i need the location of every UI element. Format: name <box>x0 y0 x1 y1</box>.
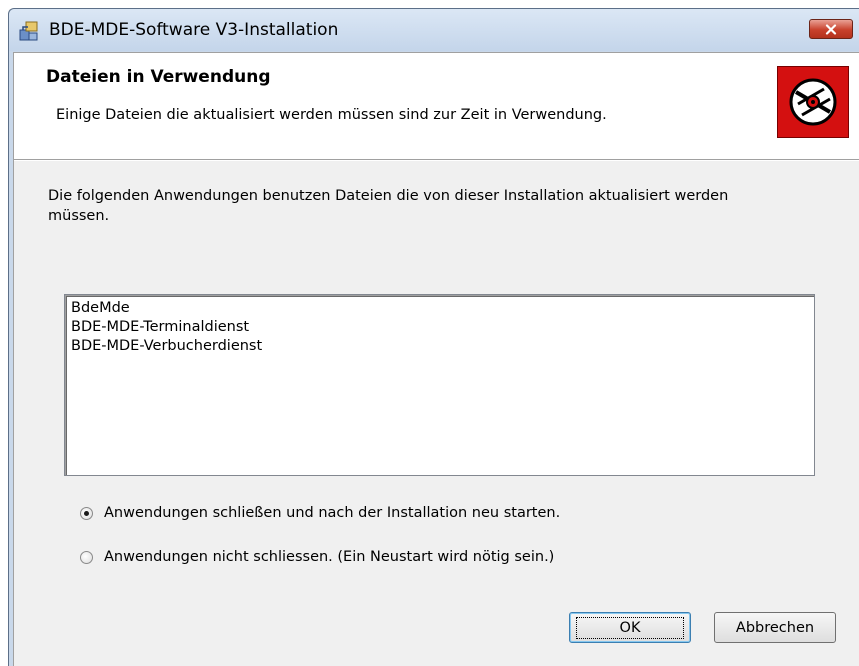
radio-close-restart[interactable]: Anwendungen schließen und nach der Insta… <box>80 505 560 521</box>
page-title: Dateien in Verwendung <box>46 67 271 87</box>
installer-app-icon <box>19 21 38 41</box>
cancel-button[interactable]: Abbrechen <box>714 612 836 643</box>
radio-no-close[interactable]: Anwendungen nicht schliessen. (Ein Neust… <box>80 549 554 565</box>
page-description: Einige Dateien die aktualisiert werden m… <box>56 107 607 123</box>
radio-button-selected[interactable] <box>80 506 93 520</box>
radio-label-no-close: Anwendungen nicht schliessen. (Ein Neust… <box>104 549 555 565</box>
applications-listbox[interactable]: BdeMde BDE-MDE-Terminaldienst BDE-MDE-Ve… <box>64 294 815 476</box>
cd-disc-icon <box>777 66 849 138</box>
dialog-client-area: Dateien in Verwendung Einige Dateien die… <box>13 52 859 666</box>
list-item[interactable]: BDE-MDE-Verbucherdienst <box>71 337 814 356</box>
window-title: BDE-MDE-Software V3-Installation <box>49 20 339 40</box>
close-button[interactable] <box>809 19 853 39</box>
list-item[interactable]: BdeMde <box>71 299 814 318</box>
radio-button-unselected[interactable] <box>80 550 93 564</box>
ok-button-label: OK <box>575 616 685 639</box>
installer-window: BDE-MDE-Software V3-Installation Dateien… <box>8 8 859 666</box>
header-banner: Dateien in Verwendung Einige Dateien die… <box>14 53 859 160</box>
title-bar[interactable]: BDE-MDE-Software V3-Installation <box>9 9 859 51</box>
radio-label-close-restart: Anwendungen schließen und nach der Insta… <box>104 505 561 521</box>
explanation-text: Die folgenden Anwendungen benutzen Datei… <box>48 188 729 224</box>
disc-graphic <box>789 78 837 126</box>
list-item[interactable]: BDE-MDE-Terminaldienst <box>71 318 814 337</box>
close-icon <box>825 23 837 35</box>
radio-dot <box>84 510 89 516</box>
ok-button[interactable]: OK <box>569 612 691 643</box>
